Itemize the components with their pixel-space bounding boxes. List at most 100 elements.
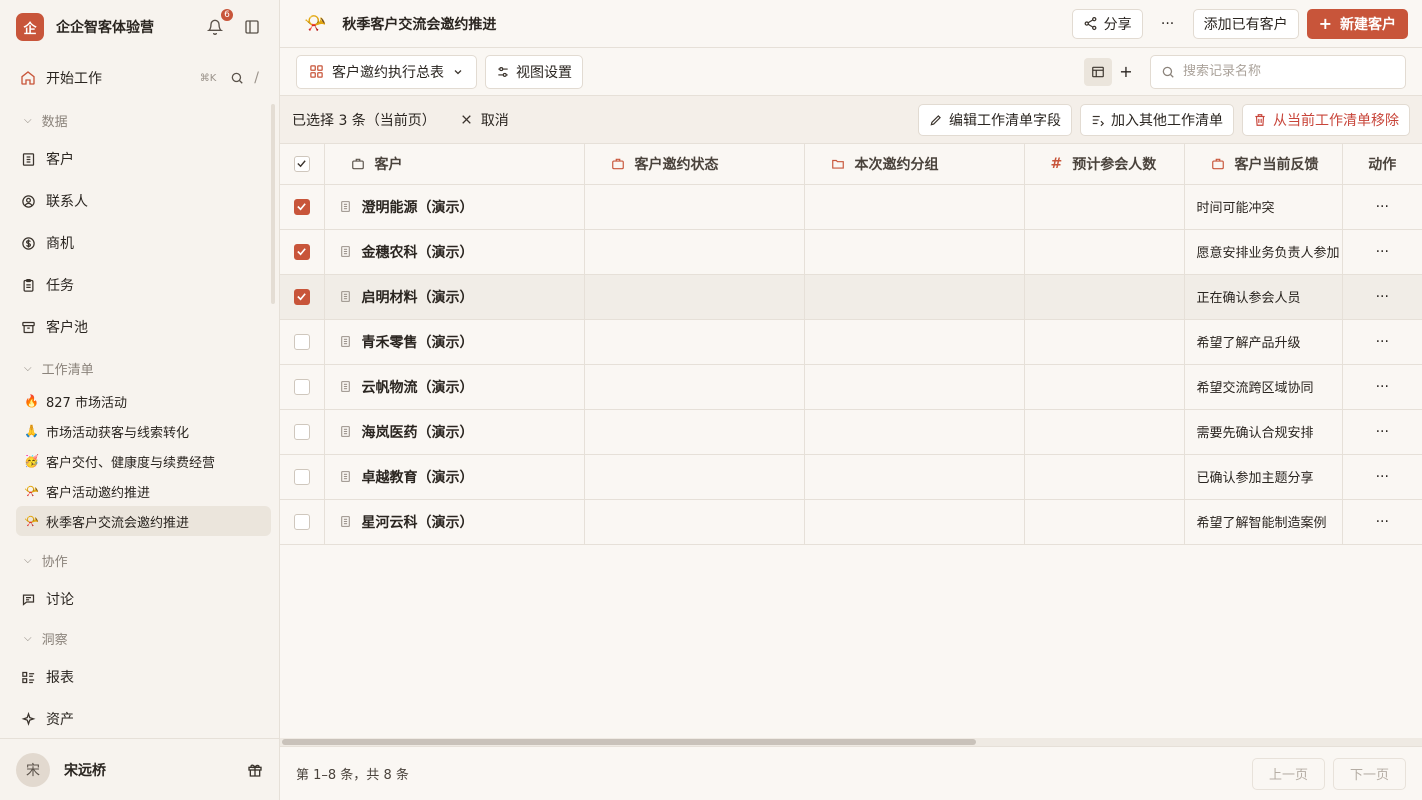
worklist-item[interactable]: 🔥 827 市场活动: [16, 386, 271, 416]
customer-cell[interactable]: 启明材料（演示）: [324, 274, 585, 320]
table-row[interactable]: 云帆物流（演示） 希望交流跨区域协同 ···: [280, 364, 1422, 410]
more-button[interactable]: ···: [1153, 9, 1183, 39]
invite-status-cell[interactable]: [584, 499, 805, 545]
attendee-count-cell[interactable]: [1024, 274, 1185, 320]
attendee-count-cell[interactable]: [1024, 184, 1185, 230]
remove-from-worklist-button[interactable]: 从当前工作清单移除: [1242, 103, 1410, 136]
table-row[interactable]: 澄明能源（演示） 时间可能冲突 ···: [280, 184, 1422, 230]
invite-status-cell[interactable]: [584, 454, 805, 500]
search-box[interactable]: [1150, 54, 1406, 89]
user-name[interactable]: 宋远桥: [64, 760, 247, 780]
edit-fields-button[interactable]: 编辑工作清单字段: [918, 103, 1072, 136]
row-checkbox[interactable]: [293, 288, 310, 305]
feedback-cell[interactable]: 正在确认参会人员: [1184, 274, 1343, 320]
row-actions-button[interactable]: ···: [1342, 229, 1422, 275]
invite-group-cell[interactable]: [804, 499, 1025, 545]
sidebar-toggle-button[interactable]: [241, 16, 263, 38]
add-view-button[interactable]: +: [1112, 58, 1140, 86]
worklist-item-active[interactable]: 📯 秋季客户交流会邀约推进: [16, 506, 271, 536]
invite-group-cell[interactable]: [804, 274, 1025, 320]
worklist-item[interactable]: 🥳 客户交付、健康度与续费经营: [16, 446, 271, 476]
customer-cell[interactable]: 云帆物流（演示）: [324, 364, 585, 410]
row-checkbox[interactable]: [293, 513, 310, 530]
table-row[interactable]: 启明材料（演示） 正在确认参会人员 ···: [280, 274, 1422, 320]
invite-group-cell[interactable]: [804, 184, 1025, 230]
horizontal-scrollbar-thumb[interactable]: [282, 739, 976, 745]
row-checkbox[interactable]: [293, 423, 310, 440]
customer-cell[interactable]: 青禾零售（演示）: [324, 319, 585, 365]
notification-button[interactable]: 6: [203, 7, 235, 39]
sidebar-item-contacts[interactable]: 联系人: [0, 180, 279, 222]
row-checkbox[interactable]: [293, 333, 310, 350]
feedback-cell[interactable]: 希望了解产品升级: [1184, 319, 1343, 365]
row-actions-button[interactable]: ···: [1342, 274, 1422, 320]
search-icon[interactable]: [230, 71, 244, 85]
customer-cell[interactable]: 卓越教育（演示）: [324, 454, 585, 500]
feedback-cell[interactable]: 希望交流跨区域协同: [1184, 364, 1343, 410]
attendee-count-cell[interactable]: [1024, 229, 1185, 275]
invite-status-cell[interactable]: [584, 274, 805, 320]
attendee-count-cell[interactable]: [1024, 364, 1185, 410]
table-row[interactable]: 海岚医药（演示） 需要先确认合规安排 ···: [280, 409, 1422, 455]
horizontal-scrollbar-track[interactable]: [280, 738, 1422, 746]
search-input[interactable]: [1183, 64, 1383, 79]
row-actions-button[interactable]: ···: [1342, 499, 1422, 545]
invite-status-cell[interactable]: [584, 184, 805, 230]
table-view-tab[interactable]: [1084, 57, 1112, 86]
row-actions-button[interactable]: ···: [1342, 454, 1422, 500]
avatar[interactable]: 宋: [16, 752, 50, 787]
gift-icon[interactable]: [247, 762, 263, 778]
attendee-count-cell[interactable]: [1024, 409, 1185, 455]
feedback-cell[interactable]: 希望了解智能制造案例: [1184, 499, 1343, 545]
feedback-cell[interactable]: 需要先确认合规安排: [1184, 409, 1343, 455]
section-data[interactable]: ⌵ 数据: [0, 102, 279, 138]
feedback-cell[interactable]: 已确认参加主题分享: [1184, 454, 1343, 500]
row-checkbox[interactable]: [293, 468, 310, 485]
sidebar-item-customers[interactable]: 客户: [0, 138, 279, 180]
sidebar-item-tasks[interactable]: 任务: [0, 264, 279, 306]
sidebar-item-customer-pool[interactable]: 客户池: [0, 306, 279, 348]
row-checkbox[interactable]: [293, 198, 310, 215]
customer-cell[interactable]: 海岚医药（演示）: [324, 409, 585, 455]
select-all-checkbox[interactable]: [293, 155, 310, 172]
column-header-attendee-count[interactable]: # 预计参会人数: [1024, 144, 1185, 185]
table-row[interactable]: 青禾零售（演示） 希望了解产品升级 ···: [280, 319, 1422, 365]
attendee-count-cell[interactable]: [1024, 319, 1185, 365]
section-worklists[interactable]: ⌵ 工作清单: [0, 350, 279, 386]
share-button[interactable]: 分享: [1071, 8, 1143, 39]
table-row[interactable]: 星河云科（演示） 希望了解智能制造案例 ···: [280, 499, 1422, 545]
row-actions-button[interactable]: ···: [1342, 409, 1422, 455]
add-to-other-worklist-button[interactable]: 加入其他工作清单: [1080, 103, 1234, 136]
cancel-selection-button[interactable]: 取消: [460, 110, 509, 130]
customer-cell[interactable]: 金穗农科（演示）: [324, 229, 585, 275]
row-checkbox[interactable]: [293, 378, 310, 395]
column-header-invite-status[interactable]: 客户邀约状态: [584, 144, 805, 185]
attendee-count-cell[interactable]: [1024, 454, 1185, 500]
org-logo[interactable]: 企: [16, 13, 44, 41]
sidebar-item-reports[interactable]: 报表: [0, 656, 279, 698]
sidebar-item-opportunities[interactable]: 商机: [0, 222, 279, 264]
row-actions-button[interactable]: ···: [1342, 364, 1422, 410]
invite-group-cell[interactable]: [804, 364, 1025, 410]
invite-group-cell[interactable]: [804, 409, 1025, 455]
sidebar-item-discussion[interactable]: 讨论: [0, 578, 279, 620]
invite-group-cell[interactable]: [804, 454, 1025, 500]
customer-cell[interactable]: 星河云科（演示）: [324, 499, 585, 545]
feedback-cell[interactable]: 时间可能冲突: [1184, 184, 1343, 230]
column-header-feedback[interactable]: 客户当前反馈: [1184, 144, 1343, 185]
attendee-count-cell[interactable]: [1024, 499, 1185, 545]
worklist-item[interactable]: 🙏 市场活动获客与线索转化: [16, 416, 271, 446]
invite-status-cell[interactable]: [584, 229, 805, 275]
org-name[interactable]: 企企智客体验营: [56, 17, 203, 37]
new-customer-button[interactable]: + 新建客户: [1306, 8, 1408, 39]
section-insight[interactable]: ⌵ 洞察: [0, 620, 279, 656]
prev-page-button[interactable]: 上一页: [1251, 757, 1325, 790]
next-page-button[interactable]: 下一页: [1332, 757, 1406, 790]
invite-group-cell[interactable]: [804, 229, 1025, 275]
table-row[interactable]: 卓越教育（演示） 已确认参加主题分享 ···: [280, 454, 1422, 500]
view-selector[interactable]: 客户邀约执行总表: [296, 54, 477, 89]
invite-status-cell[interactable]: [584, 409, 805, 455]
column-header-invite-group[interactable]: 本次邀约分组: [804, 144, 1025, 185]
table-row[interactable]: 金穗农科（演示） 愿意安排业务负责人参加 ···: [280, 229, 1422, 275]
sidebar-item-assets[interactable]: 资产: [0, 698, 279, 738]
